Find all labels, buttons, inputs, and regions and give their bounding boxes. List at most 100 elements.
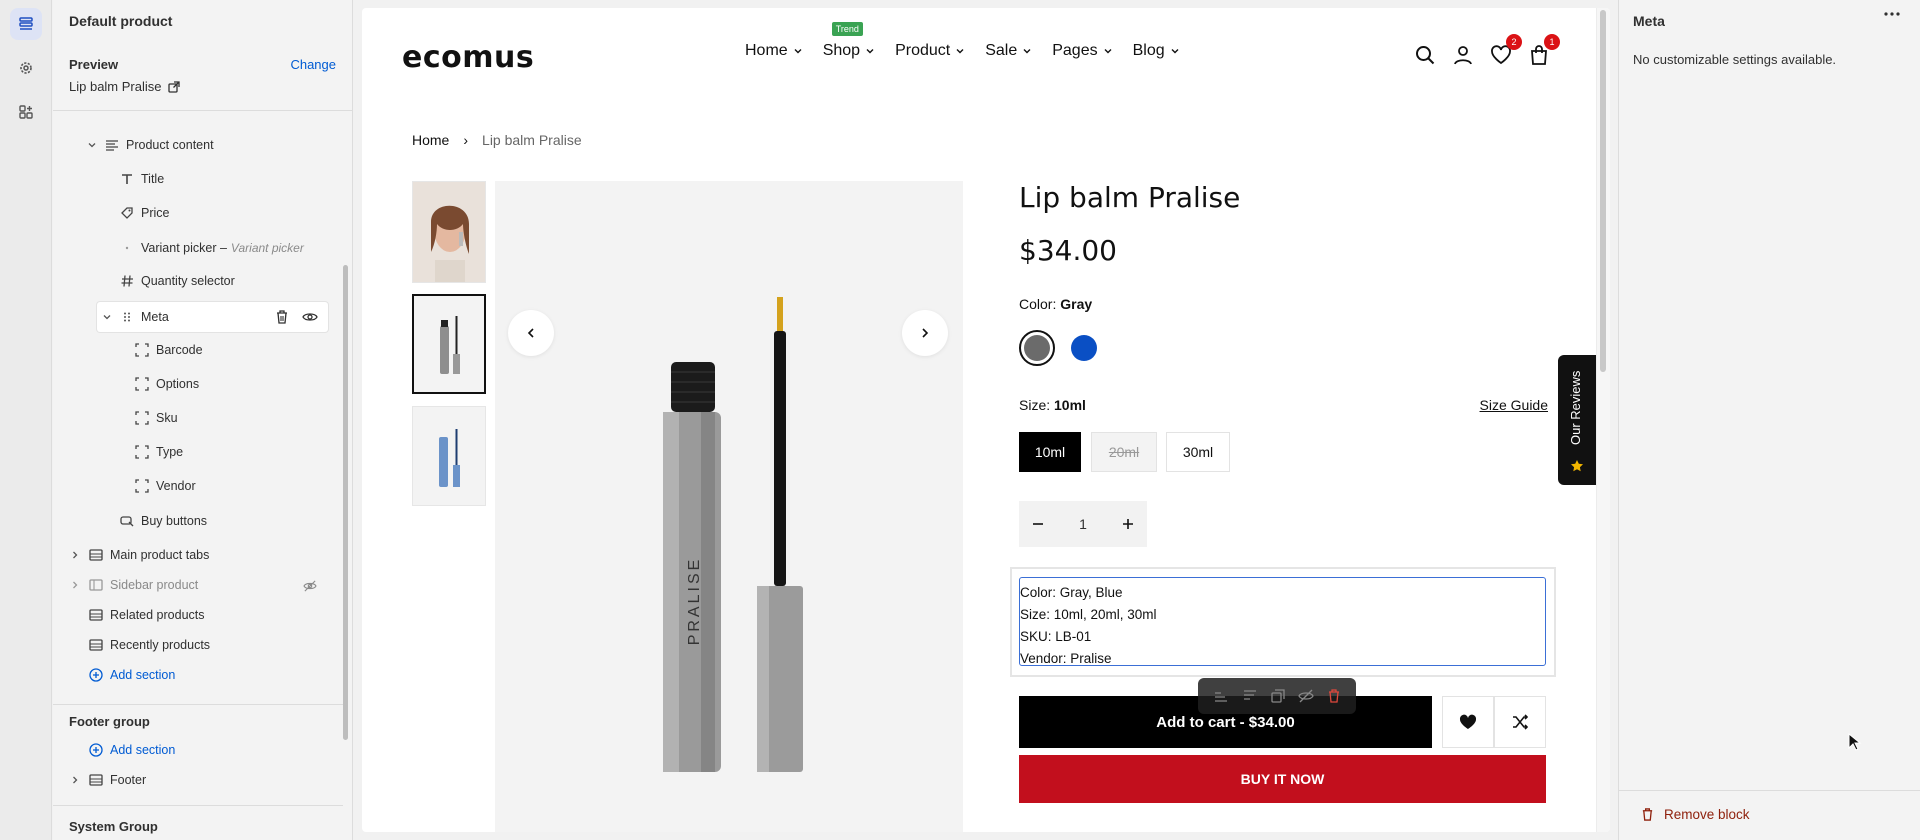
tree-label: Quantity selector <box>141 274 235 288</box>
more-options-icon[interactable] <box>1884 12 1900 16</box>
add-section-label: Add section <box>110 743 176 757</box>
tree-item-barcode[interactable]: Barcode <box>53 335 343 365</box>
template-title: Default product <box>69 13 173 29</box>
search-icon[interactable] <box>1414 44 1436 66</box>
tree-item-footer[interactable]: Footer <box>53 765 343 795</box>
section-icon <box>88 772 104 788</box>
tree-item-variant-picker[interactable]: Variant picker – Variant picker <box>53 233 343 263</box>
size-option-10ml[interactable]: 10ml <box>1019 432 1081 472</box>
move-down-icon[interactable] <box>1242 689 1258 703</box>
tree-item-vendor[interactable]: Vendor <box>53 471 343 501</box>
remove-block-button[interactable]: Remove block <box>1641 807 1750 822</box>
breadcrumb-home[interactable]: Home <box>412 132 449 148</box>
nav-pages[interactable]: Pages <box>1052 42 1112 60</box>
tree-item-type[interactable]: Type <box>53 437 343 467</box>
sidebar-scrollbar[interactable] <box>343 265 348 740</box>
size-label: Size: <box>1019 397 1051 413</box>
sidebar-layout-icon <box>88 577 104 593</box>
chevron-left-icon <box>525 327 537 339</box>
duplicate-icon[interactable] <box>1271 689 1285 703</box>
minus-icon[interactable] <box>1031 517 1045 531</box>
eye-off-icon[interactable] <box>303 580 317 592</box>
plus-icon[interactable] <box>1121 517 1135 531</box>
size-value: 10ml <box>1054 397 1086 413</box>
move-up-icon[interactable] <box>1213 689 1229 703</box>
nav-product[interactable]: Product <box>895 42 965 60</box>
chevron-down-icon <box>1022 46 1032 56</box>
tree-label: Options <box>156 377 200 391</box>
nav-label: Shop <box>822 42 861 59</box>
block-outline-icon <box>134 376 150 392</box>
tree-item-recently-products[interactable]: Recently products <box>53 630 343 660</box>
tree-item-meta[interactable]: Meta <box>53 302 343 332</box>
nav-shop[interactable]: Trend Shop <box>822 22 875 60</box>
thumbnail-model[interactable] <box>412 181 486 283</box>
app-blocks-icon[interactable] <box>10 96 42 128</box>
tree-item-title[interactable]: Title <box>53 164 343 194</box>
tree-item-main-product-tabs[interactable]: Main product tabs <box>53 540 343 570</box>
footer-add-section-button[interactable]: Add section <box>53 735 343 765</box>
chevron-down-icon[interactable] <box>100 310 114 324</box>
header-icons: 2 1 <box>1414 34 1560 66</box>
tree-label: Title <box>141 172 165 186</box>
divider <box>1619 790 1920 791</box>
thumbnail-gray-tube[interactable] <box>412 294 486 394</box>
tree-item-product-content[interactable]: Product content <box>53 130 343 160</box>
wishlist-button[interactable] <box>1442 696 1494 748</box>
nav-sale[interactable]: Sale <box>985 42 1032 60</box>
settings-gear-icon[interactable] <box>10 52 42 84</box>
change-preview-link[interactable]: Change <box>290 57 336 72</box>
section-icon <box>88 607 104 623</box>
mouse-cursor-icon <box>1848 733 1862 751</box>
hide-eye-icon[interactable] <box>1298 689 1314 703</box>
size-option-30ml[interactable]: 30ml <box>1166 432 1230 472</box>
preview-product[interactable]: Lip balm Pralise <box>69 79 180 94</box>
nav-blog[interactable]: Blog <box>1133 42 1180 60</box>
tree-item-sidebar-product[interactable]: Sidebar product <box>53 570 343 600</box>
delete-icon[interactable] <box>1327 688 1341 704</box>
chevron-right-icon[interactable] <box>68 773 82 787</box>
tree-item-related-products[interactable]: Related products <box>53 600 343 630</box>
size-guide-link[interactable]: Size Guide <box>1480 397 1548 413</box>
tree-item-sku[interactable]: Sku <box>53 403 343 433</box>
tree-item-price[interactable]: Price <box>53 198 343 228</box>
account-icon[interactable] <box>1452 44 1474 66</box>
tree-item-buy-buttons[interactable]: Buy buttons <box>53 506 343 536</box>
our-reviews-tab[interactable]: Our Reviews <box>1558 355 1596 485</box>
nav-home[interactable]: Home <box>745 42 803 60</box>
chevron-down-icon[interactable] <box>85 138 99 152</box>
drag-handle-icon[interactable] <box>119 309 135 325</box>
color-swatch-blue[interactable] <box>1066 330 1102 366</box>
block-outline-icon <box>134 410 150 426</box>
nav-label: Pages <box>1052 42 1098 59</box>
buy-it-now-button[interactable]: BUY IT NOW <box>1019 755 1546 803</box>
sections-icon[interactable] <box>10 8 42 40</box>
add-section-label: Add section <box>110 668 176 682</box>
tree-item-options[interactable]: Options <box>53 369 343 399</box>
trash-icon <box>1641 807 1654 822</box>
preview-scrollbar[interactable] <box>1596 8 1610 832</box>
footer-group-title: Footer group <box>69 714 150 729</box>
thumbnail-blue-tube[interactable] <box>412 406 486 506</box>
eye-icon[interactable] <box>302 310 318 324</box>
add-section-button[interactable]: Add section <box>53 660 343 690</box>
preview-scroll-thumb[interactable] <box>1600 10 1606 372</box>
carousel-prev-button[interactable] <box>508 310 554 356</box>
trash-icon[interactable] <box>275 309 289 325</box>
compare-button[interactable] <box>1494 696 1546 748</box>
storefront-preview: ecomus Home Trend Shop Product Sale Pages… <box>362 8 1610 832</box>
chevron-right-icon[interactable] <box>68 548 82 562</box>
external-link-icon[interactable] <box>167 80 180 93</box>
cart-bag-icon[interactable]: 1 <box>1528 34 1560 66</box>
size-option-20ml[interactable]: 20ml <box>1091 432 1157 472</box>
tree-item-quantity-selector[interactable]: Quantity selector <box>53 266 343 296</box>
tree-label: Related products <box>110 608 205 622</box>
carousel-next-button[interactable] <box>902 310 948 356</box>
meta-block[interactable]: Color: Gray, Blue Size: 10ml, 20ml, 30ml… <box>1019 577 1546 666</box>
store-logo[interactable]: ecomus <box>402 40 534 75</box>
wishlist-heart-icon[interactable]: 2 <box>1490 34 1522 66</box>
our-reviews-label: Our Reviews <box>1568 370 1583 445</box>
color-swatch-gray[interactable] <box>1019 330 1055 366</box>
quantity-value[interactable]: 1 <box>1079 516 1087 532</box>
chevron-right-icon[interactable] <box>68 578 82 592</box>
